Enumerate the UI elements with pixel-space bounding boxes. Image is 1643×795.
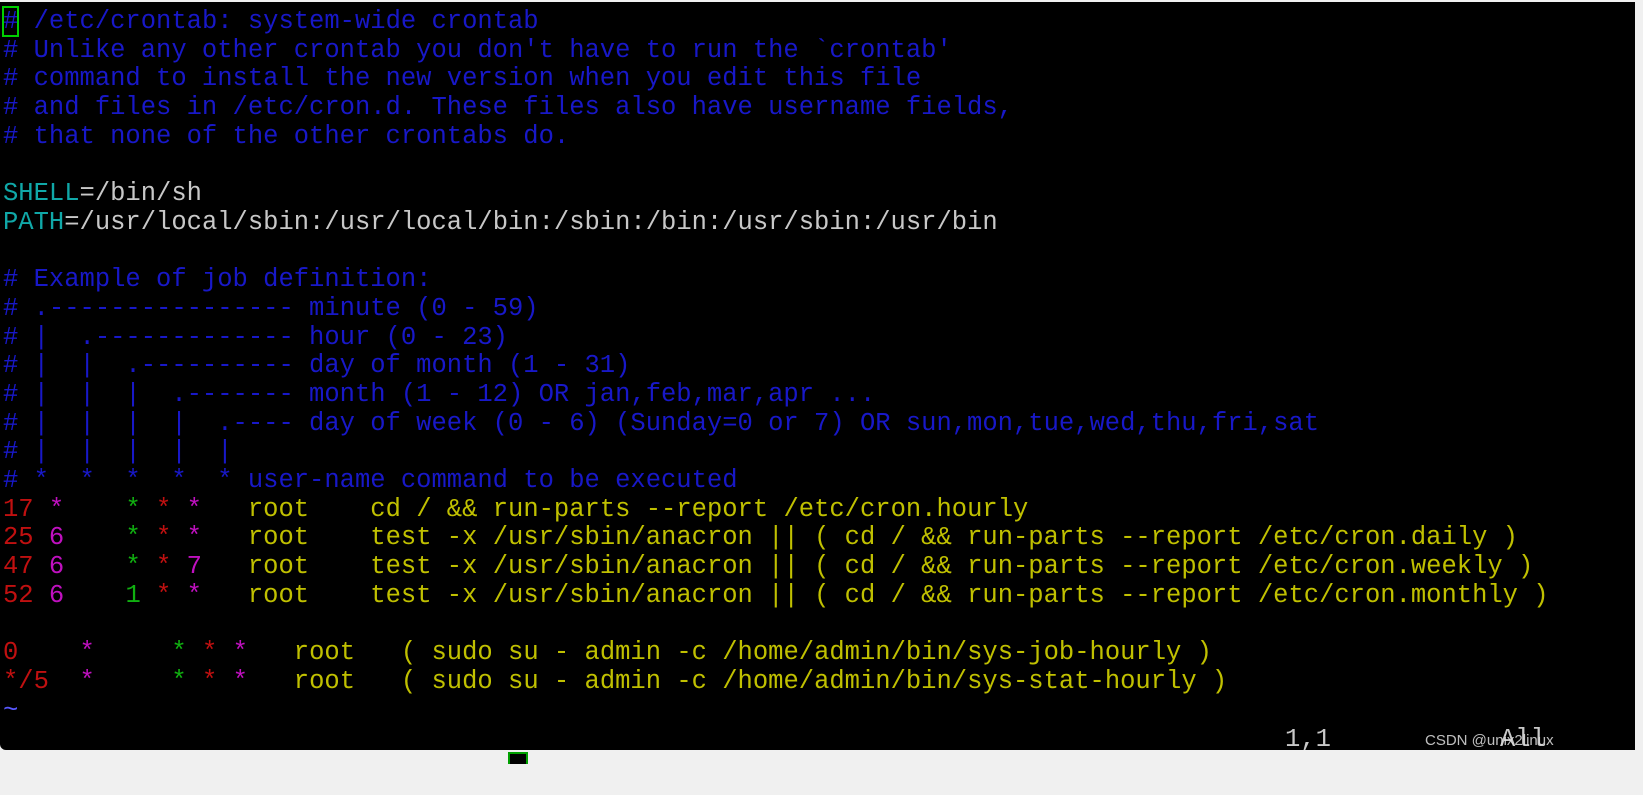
- line-text-segment: =/bin/sh: [79, 179, 202, 209]
- line-text-segment: *: [156, 666, 202, 696]
- line-text-segment: # that none of the other crontabs do.: [3, 121, 570, 151]
- line-text-segment: # Example of job definition:: [3, 265, 432, 295]
- line-text-segment: *: [48, 494, 126, 524]
- line-text-segment: # command to install the new version whe…: [3, 64, 922, 94]
- line-text-segment: root cd / && run-parts --report /etc/cro…: [201, 494, 1029, 524]
- line-text-segment: 17: [3, 494, 49, 524]
- text-cursor: #: [1, 6, 20, 37]
- line-text-segment: 7: [186, 552, 202, 582]
- line-text-segment: # * * * * * user-name command to be exec…: [3, 466, 738, 495]
- buffer-line[interactable]: # | | | .------- month (1 - 12) OR jan,f…: [3, 379, 1549, 410]
- buffer-line[interactable]: # | | .---------- day of month (1 - 31): [3, 351, 1549, 381]
- line-text-segment: 6: [48, 580, 126, 610]
- line-text-segment: # | | | | |: [3, 437, 233, 467]
- line-text-segment: *: [125, 552, 157, 582]
- line-text-segment: 0: [3, 638, 80, 668]
- line-text-segment: *: [201, 666, 233, 696]
- buffer-line[interactable]: 52 6 1 * * root test -x /usr/sbin/anacro…: [3, 580, 1549, 611]
- vim-status-line: 1,1 All: [3, 725, 1633, 750]
- line-text-segment: # Unlike any other crontab you don't hav…: [3, 35, 952, 65]
- line-text-segment: root ( sudo su - admin -c /home/admin/bi…: [247, 666, 1228, 696]
- line-text-segment: *: [156, 494, 187, 524]
- buffer-line[interactable]: # .---------------- minute (0 - 59): [3, 293, 1549, 324]
- line-text-segment: *: [232, 638, 248, 668]
- line-text-segment: /etc/crontab: system-wide crontab: [18, 7, 539, 36]
- line-text-segment: *: [201, 638, 233, 668]
- buffer-line[interactable]: # /etc/crontab: system-wide crontab: [1, 6, 1549, 37]
- buffer-line[interactable]: # | .------------- hour (0 - 23): [3, 322, 1549, 353]
- cursor-position: 1,1: [1285, 725, 1331, 750]
- line-text-segment: *: [156, 523, 187, 553]
- buffer-line[interactable]: # | | | | .---- day of week (0 - 6) (Sun…: [3, 408, 1549, 439]
- line-text-segment: # | | .---------- day of month (1 - 31): [3, 351, 631, 381]
- line-text-segment: root test -x /usr/sbin/anacron || ( cd /…: [201, 552, 1534, 582]
- line-text-segment: 25: [3, 523, 49, 553]
- line-text-segment: 52: [3, 580, 49, 610]
- line-text-segment: SHELL: [3, 179, 80, 209]
- line-text-segment: root test -x /usr/sbin/anacron || ( cd /…: [201, 523, 1518, 553]
- buffer-line[interactable]: # | | | | |: [3, 437, 1549, 467]
- buffer-line[interactable]: # that none of the other crontabs do.: [3, 121, 1549, 152]
- line-text-segment: *: [156, 552, 187, 582]
- line-text-segment: PATH: [3, 207, 65, 237]
- line-text-segment: *: [79, 666, 157, 696]
- line-text-segment: *: [125, 494, 157, 524]
- buffer-line[interactable]: PATH=/usr/local/sbin:/usr/local/bin:/sbi…: [3, 207, 1549, 238]
- line-text-segment: *: [125, 523, 157, 553]
- buffer-line[interactable]: # command to install the new version whe…: [3, 65, 1549, 94]
- line-text-segment: 6: [48, 523, 126, 553]
- line-text-segment: *: [156, 580, 187, 610]
- buffer-line[interactable]: # Example of job definition:: [3, 265, 1549, 295]
- line-text-segment: *: [79, 638, 157, 668]
- buffer-line[interactable]: [3, 610, 1549, 639]
- line-text-segment: 47: [3, 552, 49, 582]
- line-text-segment: 6: [48, 552, 126, 582]
- editor-buffer[interactable]: # /etc/crontab: system-wide crontab # Unl…: [1, 6, 1549, 726]
- buffer-line[interactable]: 47 6 * * 7 root test -x /usr/sbin/anacro…: [3, 552, 1549, 582]
- line-text-segment: # | | | .------- month (1 - 12) OR jan,f…: [3, 379, 876, 409]
- line-text-segment: # | | | | .---- day of week (0 - 6) (Sun…: [3, 408, 1320, 438]
- line-text-segment: *: [186, 494, 202, 524]
- watermark: CSDN @unix2linux: [1425, 732, 1554, 749]
- buffer-line[interactable]: [3, 151, 1549, 180]
- buffer-line[interactable]: */5 * * * * root ( sudo su - admin -c /h…: [3, 666, 1549, 697]
- buffer-line[interactable]: 25 6 * * * root test -x /usr/sbin/anacro…: [3, 524, 1549, 553]
- line-text-segment: # and files in /etc/cron.d. These files …: [3, 93, 1013, 123]
- buffer-line[interactable]: # Unlike any other crontab you don't hav…: [3, 35, 1549, 66]
- line-text-segment: *: [232, 666, 248, 696]
- line-text-segment: 1: [125, 580, 157, 610]
- buffer-line[interactable]: [3, 238, 1549, 267]
- line-text-segment: */5: [3, 666, 80, 696]
- buffer-line[interactable]: 0 * * * * root ( sudo su - admin -c /hom…: [3, 638, 1549, 668]
- vim-terminal-window[interactable]: # /etc/crontab: system-wide crontab # Unl…: [0, 2, 1635, 750]
- buffer-line[interactable]: ~: [3, 695, 1549, 726]
- line-text-segment: ~: [3, 695, 19, 725]
- line-text-segment: *: [186, 523, 202, 553]
- line-text-segment: # .---------------- minute (0 - 59): [3, 293, 539, 323]
- line-text-segment: *: [186, 580, 202, 610]
- background-window-edge: [508, 752, 528, 764]
- buffer-line[interactable]: # and files in /etc/cron.d. These files …: [3, 93, 1549, 123]
- buffer-line[interactable]: 17 * * * * root cd / && run-parts --repo…: [3, 494, 1549, 525]
- line-text-segment: # | .------------- hour (0 - 23): [3, 322, 508, 352]
- buffer-line[interactable]: # * * * * * user-name command to be exec…: [3, 466, 1549, 496]
- line-text-segment: *: [156, 638, 202, 668]
- line-text-segment: root test -x /usr/sbin/anacron || ( cd /…: [201, 580, 1549, 610]
- buffer-line[interactable]: SHELL=/bin/sh: [3, 179, 1549, 209]
- line-text-segment: =/usr/local/sbin:/usr/local/bin:/sbin:/b…: [64, 207, 998, 237]
- line-text-segment: root ( sudo su - admin -c /home/admin/bi…: [247, 638, 1212, 668]
